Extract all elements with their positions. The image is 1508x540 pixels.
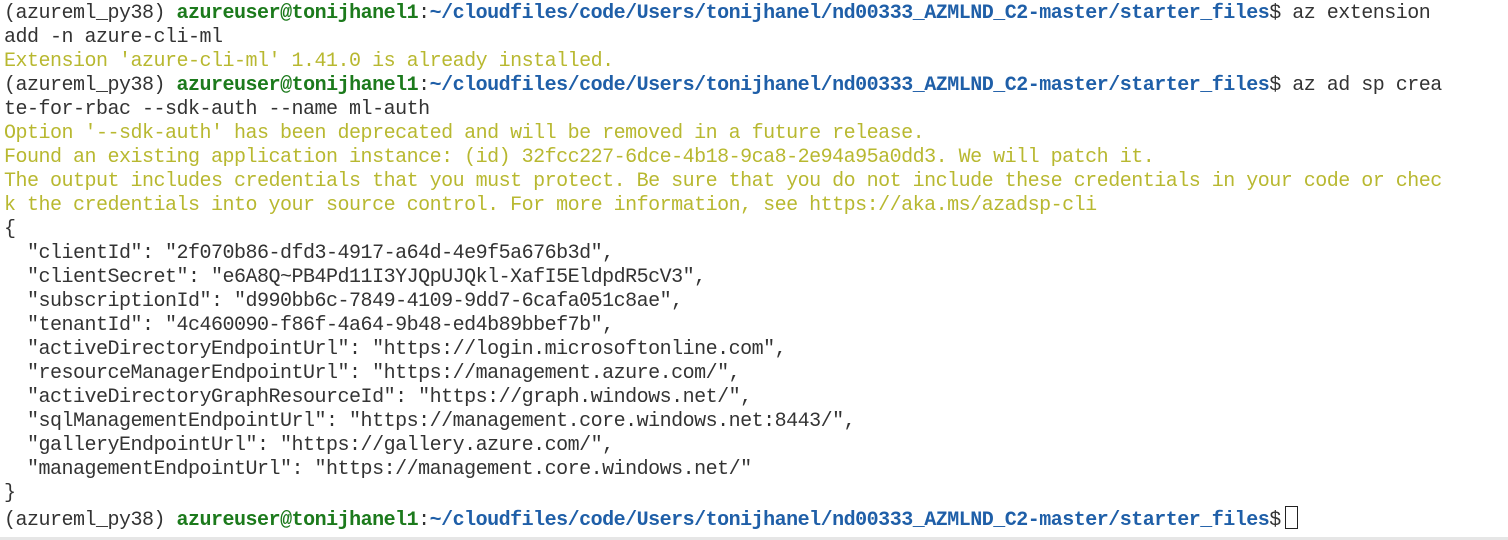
command-continuation-1: add -n azure-cli-ml <box>4 26 223 49</box>
user-host: azureuser@tonijhanel1 <box>176 509 419 532</box>
prompt-dollar: $ <box>1269 509 1281 532</box>
prompt-separator: : <box>418 74 430 97</box>
output-warning-line: Found an existing application instance: … <box>4 146 1155 169</box>
json-output-line: "managementEndpointUrl": "https://manage… <box>4 458 752 481</box>
prompt-line-1: (azureml_py38) azureuser@tonijhanel1:~/c… <box>4 2 1431 26</box>
prompt-separator: : <box>418 509 430 532</box>
prompt-separator: : <box>418 2 430 25</box>
json-output-line: "activeDirectoryEndpointUrl": "https://l… <box>4 338 787 361</box>
json-open-brace: { <box>4 218 16 241</box>
json-output-line: "activeDirectoryGraphResourceId": "https… <box>4 386 752 409</box>
json-output-line: "galleryEndpointUrl": "https://gallery.a… <box>4 434 614 457</box>
command-text: az ad sp crea <box>1280 74 1442 97</box>
working-directory: ~/cloudfiles/code/Users/tonijhanel/nd003… <box>429 2 1270 25</box>
prompt-dollar: $ <box>1269 2 1281 25</box>
prompt-line-2: (azureml_py38) azureuser@tonijhanel1:~/c… <box>4 74 1442 98</box>
prompt-dollar: $ <box>1269 74 1281 97</box>
json-output-line: "sqlManagementEndpointUrl": "https://man… <box>4 410 856 433</box>
command-continuation-2: te-for-rbac --sdk-auth --name ml-auth <box>4 98 430 121</box>
output-warning-line: The output includes credentials that you… <box>4 170 1442 193</box>
working-directory: ~/cloudfiles/code/Users/tonijhanel/nd003… <box>429 509 1270 532</box>
user-host: azureuser@tonijhanel1 <box>176 2 419 25</box>
conda-env: (azureml_py38) <box>4 2 166 25</box>
terminal-cursor[interactable] <box>1284 506 1298 529</box>
working-directory: ~/cloudfiles/code/Users/tonijhanel/nd003… <box>429 74 1270 97</box>
json-output-line: "resourceManagerEndpointUrl": "https://m… <box>4 362 741 385</box>
conda-env: (azureml_py38) <box>4 74 166 97</box>
user-host: azureuser@tonijhanel1 <box>176 74 419 97</box>
conda-env: (azureml_py38) <box>4 509 166 532</box>
prompt-line-current[interactable]: (azureml_py38) azureuser@tonijhanel1:~/c… <box>4 506 1298 532</box>
output-warning-line: k the credentials into your source contr… <box>4 194 1097 217</box>
terminal-window[interactable]: (azureml_py38) azureuser@tonijhanel1:~/c… <box>0 0 1508 540</box>
json-output-line: "subscriptionId": "d990bb6c-7849-4109-9d… <box>4 290 683 313</box>
json-output-line: "tenantId": "4c460090-f86f-4a64-9b48-ed4… <box>4 314 614 337</box>
json-output-line: "clientSecret": "e6A8Q~PB4Pd11I3YJQpUJQk… <box>4 266 706 289</box>
command-text: az extension <box>1280 2 1431 25</box>
json-close-brace: } <box>4 482 16 505</box>
output-warning-line: Option '--sdk-auth' has been deprecated … <box>4 122 925 145</box>
output-warning-line: Extension 'azure-cli-ml' 1.41.0 is alrea… <box>4 50 614 73</box>
json-output-line: "clientId": "2f070b86-dfd3-4917-a64d-4e9… <box>4 242 614 265</box>
